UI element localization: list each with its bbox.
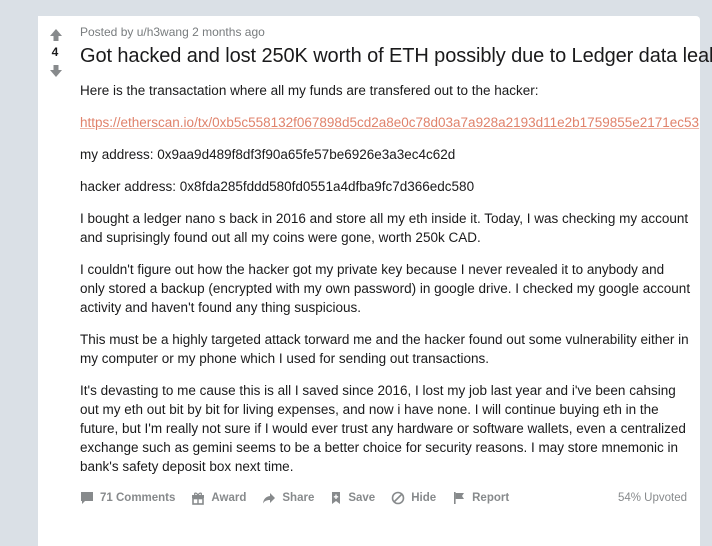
bookmark-icon <box>332 492 341 504</box>
post-actions-bar: 71 Comments Award Share Save Hide Report… <box>80 488 692 508</box>
award-label: Award <box>211 492 247 504</box>
post-body: Here is the transactation where all my f… <box>80 81 699 489</box>
paragraph-1: I bought a ledger nano s back in 2016 an… <box>80 211 689 245</box>
vote-score: 4 <box>51 45 59 59</box>
share-label: Share <box>282 492 315 504</box>
flag-icon <box>454 492 465 504</box>
share-button[interactable]: Share <box>262 491 314 505</box>
save-button[interactable]: Save <box>330 491 375 505</box>
report-label: Report <box>472 492 510 504</box>
post-card: 4 Posted by u/h3wang 2 months ago Got ha… <box>38 16 712 546</box>
share-arrow-icon <box>263 493 276 504</box>
hacker-address-text: hacker address: 0x8fda285fddd580fd0551a4… <box>80 179 475 194</box>
comments-button[interactable]: 71 Comments <box>80 491 175 505</box>
transaction-link[interactable]: https://etherscan.io/tx/0xb5c558132f0678… <box>80 115 699 130</box>
upvote-arrow-icon[interactable] <box>49 28 63 42</box>
save-label: Save <box>348 492 376 504</box>
paragraph-2: I couldn't figure out how the hacker got… <box>80 262 691 315</box>
vote-column: 4 <box>38 16 72 546</box>
hide-button[interactable]: Hide <box>391 491 436 505</box>
upvote-ratio: 54% Upvoted <box>617 492 687 504</box>
hide-circle-icon <box>391 491 405 505</box>
award-button[interactable]: Award <box>191 491 246 505</box>
post-meta[interactable]: Posted by u/h3wang 2 months ago <box>80 25 265 39</box>
hide-label: Hide <box>411 492 437 504</box>
my-address-text: my address: 0x9aa9d489f8df3f90a65fe57be6… <box>80 147 456 162</box>
intro-text: Here is the transactation where all my f… <box>80 83 539 98</box>
comment-bubble-icon <box>81 492 93 504</box>
post-title[interactable]: Got hacked and lost 250K worth of ETH po… <box>80 45 712 68</box>
paragraph-4: It's devasting to me cause this is all I… <box>80 383 686 474</box>
gift-icon <box>192 492 205 505</box>
report-button[interactable]: Report <box>452 491 509 505</box>
downvote-arrow-icon[interactable] <box>49 64 63 78</box>
paragraph-3: This must be a highly targeted attack to… <box>80 332 689 366</box>
comments-label: 71 Comments <box>100 492 176 504</box>
